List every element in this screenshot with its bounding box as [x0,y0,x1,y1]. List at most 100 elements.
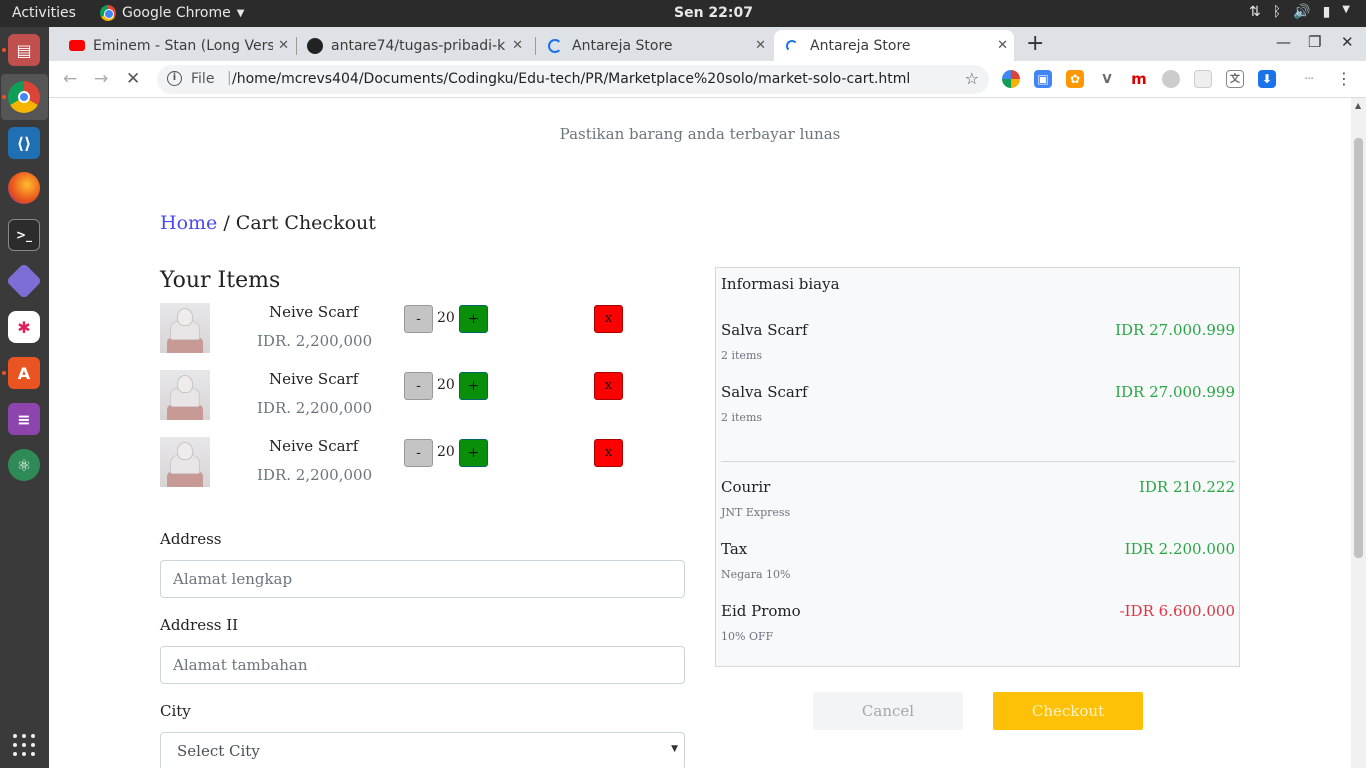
item-name: Neive Scarf [269,370,359,388]
new-tab-button[interactable]: + [1026,31,1044,56]
scroll-up-icon[interactable]: ▲ [1355,101,1361,110]
vscode-icon[interactable]: ⟨⟩ [8,127,40,159]
running-indicator [2,48,6,52]
browser-tab[interactable]: Antareja Store ✕ [540,30,772,61]
address-bar[interactable]: i File | /home/mcrevs404/Documents/Codin… [157,65,989,94]
chrome-icon[interactable] [8,81,40,113]
extension-icon[interactable] [1194,70,1212,88]
cart-item-row: Neive Scarf IDR. 2,200,000 - 20 + x [160,437,640,489]
window-close-button[interactable]: ✕ [1341,33,1354,51]
app-menu[interactable]: Google Chrome ▼ [100,5,244,21]
city-select[interactable]: Select City ▼ [160,732,685,768]
extension-icon[interactable] [1162,70,1180,88]
forward-button[interactable]: → [94,69,108,89]
terminal-icon[interactable]: >_ [8,219,40,251]
items-title: Your Items [160,268,281,293]
files-icon[interactable]: ▤ [8,34,40,66]
system-tray[interactable]: ⇅ ᛒ 🔊 ▮ ▼ [1249,4,1350,20]
youtube-icon [69,40,85,51]
info-icon[interactable]: i [167,71,182,86]
scheme-label: File [191,71,215,87]
close-icon[interactable]: ✕ [997,38,1008,53]
database-icon[interactable]: ≡ [8,403,40,435]
git-client-icon[interactable] [5,262,43,300]
clock[interactable]: Sen 22:07 [674,5,753,21]
breadcrumb-current: Cart Checkout [235,212,376,234]
browser-tab[interactable]: Eminem - Stan (Long Vers ✕ [63,30,295,61]
decrease-quantity-button[interactable]: - [404,305,433,333]
item-price: IDR. 2,200,000 [257,332,373,350]
minimize-button[interactable]: — [1276,33,1291,51]
cancel-button[interactable]: Cancel [813,692,963,730]
browser-toolbar: ← → ✕ i File | /home/mcrevs404/Documents… [49,61,1366,98]
restore-button[interactable]: ❐ [1308,33,1321,51]
github-icon [307,37,323,54]
vue-devtools-icon[interactable]: V [1098,70,1116,88]
cost-line-name: Salva Scarf [721,321,808,339]
item-name: Neive Scarf [269,303,359,321]
running-indicator [2,371,6,375]
firefox-icon[interactable] [8,172,40,204]
activities-button[interactable]: Activities [12,5,76,21]
translate-icon[interactable]: 文 [1226,70,1244,88]
battery-icon: ▮ [1322,4,1331,20]
close-icon[interactable]: ✕ [278,38,289,53]
cost-summary-title: Informasi biaya [721,275,840,293]
system-top-bar: Activities Google Chrome ▼ Sen 22:07 ⇅ ᛒ… [0,0,1366,27]
cost-line-sub: 2 items [721,349,763,362]
increase-quantity-button[interactable]: + [459,372,488,400]
tab-separator [296,37,297,55]
extension-icon[interactable]: ✿ [1066,70,1084,88]
chevron-down-icon: ▼ [236,7,245,19]
profile-icon[interactable]: ∙∙∙ [1300,70,1318,88]
cart-item-row: Neive Scarf IDR. 2,200,000 - 20 + x [160,303,640,355]
cost-line-name: Courir [721,478,771,496]
app-menu-label: Google Chrome [122,5,231,21]
running-indicator [2,95,6,99]
extension-icon[interactable]: ▣ [1034,70,1052,88]
browser-menu-icon[interactable]: ⋮ [1336,69,1352,88]
url-text[interactable]: /home/mcrevs404/Documents/Codingku/Edu-t… [232,71,910,87]
cost-summary-card: Informasi biaya Salva Scarf 2 items IDR … [715,267,1240,667]
breadcrumb-home-link[interactable]: Home [160,212,217,234]
increase-quantity-button[interactable]: + [459,439,488,467]
close-icon[interactable]: ✕ [755,38,766,53]
show-applications-icon[interactable] [13,734,35,756]
close-icon[interactable]: ✕ [512,38,523,53]
browser-tab[interactable]: antare74/tugas-pribadi-k ✕ [301,30,529,61]
quantity-value: 20 [437,310,455,326]
decrease-quantity-button[interactable]: - [404,439,433,467]
loading-spinner-icon [548,38,562,53]
cost-line-sub: 2 items [721,411,763,424]
address2-input[interactable] [160,646,685,684]
extension-icon[interactable]: m [1130,70,1148,88]
product-image [160,437,210,487]
decrease-quantity-button[interactable]: - [404,372,433,400]
increase-quantity-button[interactable]: + [459,305,488,333]
browser-tab-active[interactable]: Antareja Store ✕ [774,30,1014,61]
remove-item-button[interactable]: x [594,439,623,467]
address-label: Address [160,530,222,548]
scrollbar-thumb[interactable] [1354,138,1363,558]
atom-icon[interactable]: ⚛ [8,449,40,481]
stop-loading-button[interactable]: ✕ [126,69,140,89]
checkout-button[interactable]: Checkout [993,692,1143,730]
cost-line-name: Tax [721,540,748,558]
cost-line-name: Salva Scarf [721,383,808,401]
item-price: IDR. 2,200,000 [257,399,373,417]
page-scrollbar[interactable]: ▲ [1351,98,1366,768]
cost-line-amount: -IDR 6.600.000 [1119,602,1235,620]
dock: ▤ ⟨⟩ >_ ✱ A ≡ ⚛ [0,27,49,768]
extension-icon[interactable] [1002,70,1020,88]
omnibox-divider: | [227,70,232,86]
bookmark-star-icon[interactable]: ☆ [965,69,979,88]
download-icon[interactable]: ⬇ [1258,70,1276,88]
cost-line-amount: IDR 210.222 [1138,478,1235,496]
address-input[interactable] [160,560,685,598]
back-button[interactable]: ← [63,69,77,89]
tab-separator [535,37,536,55]
software-center-icon[interactable]: A [8,357,40,389]
slack-icon[interactable]: ✱ [8,311,40,343]
remove-item-button[interactable]: x [594,305,623,333]
remove-item-button[interactable]: x [594,372,623,400]
